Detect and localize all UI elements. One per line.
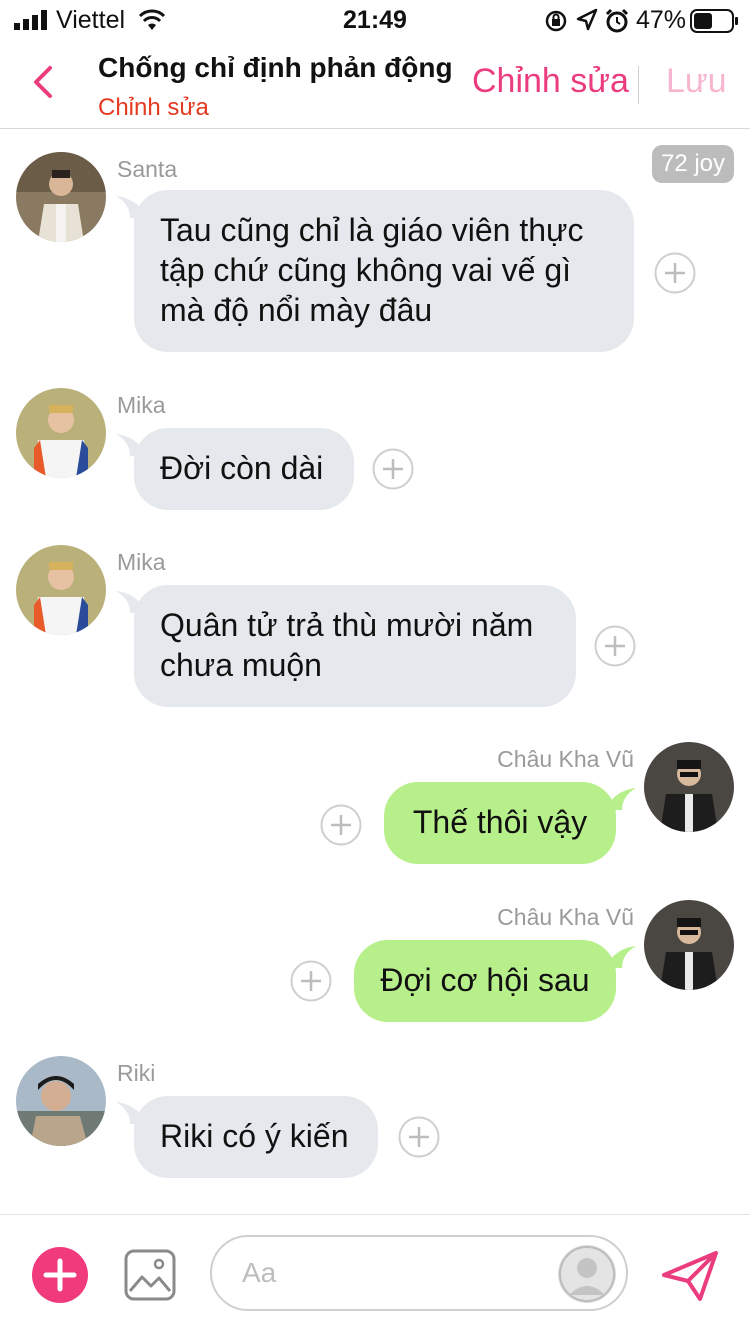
sender-name: Mika	[117, 392, 166, 418]
avatar-mika-icon	[16, 388, 106, 478]
avatar[interactable]	[16, 388, 106, 478]
add-button[interactable]	[32, 1247, 88, 1303]
sender-name: Châu Kha Vũ	[497, 904, 634, 930]
save-button[interactable]: Lưu	[666, 62, 727, 101]
message-line: mà độ nổi mày đâu	[160, 292, 433, 328]
avatar[interactable]	[644, 900, 734, 990]
header-divider	[638, 66, 639, 104]
message-line: Đợi cơ hội sau	[380, 962, 590, 998]
react-plus-icon[interactable]	[654, 252, 696, 294]
avatar[interactable]	[644, 742, 734, 832]
message-line: Thế thôi vậy	[412, 804, 588, 840]
send-icon[interactable]	[660, 1249, 720, 1303]
react-plus-icon[interactable]	[290, 960, 332, 1002]
avatar-riki-icon	[16, 1056, 106, 1146]
bubble-tail	[606, 946, 636, 968]
message-input[interactable]: Aa	[210, 1235, 628, 1311]
avatar-mika-icon	[16, 545, 106, 635]
sticker-avatar-button[interactable]	[558, 1245, 616, 1303]
message-line: chưa muộn	[160, 647, 322, 683]
plus-icon	[43, 1258, 77, 1292]
message-line: Quân tử trả thù mười năm	[160, 607, 534, 643]
bubble-tail	[606, 788, 636, 810]
message-row: Châu Kha Vũ Thế thôi vậy	[0, 742, 750, 872]
chat-subtitle[interactable]: Chỉnh sửa	[98, 94, 209, 122]
message-bubble[interactable]: Đợi cơ hội sau	[354, 940, 616, 1022]
message-row: Mika Đời còn dài	[16, 388, 750, 518]
back-chevron-icon[interactable]	[24, 60, 64, 104]
sender-name: Châu Kha Vũ	[497, 746, 634, 772]
battery-icon	[690, 9, 738, 33]
image-icon[interactable]	[124, 1249, 176, 1301]
status-bar: Viettel 21:49 47%	[0, 0, 750, 40]
message-bubble[interactable]: Quân tử trả thù mười năm chưa muộn	[134, 585, 576, 707]
sender-name: Mika	[117, 549, 166, 575]
message-line: Tau cũng chỉ là giáo viên thực	[160, 212, 584, 248]
orientation-lock-icon	[545, 10, 567, 32]
message-row: Châu Kha Vũ Đợi cơ hội sau	[0, 900, 750, 1030]
avatar[interactable]	[16, 152, 106, 242]
message-row: Mika Quân tử trả thù mười năm chưa muộn	[16, 545, 750, 715]
react-plus-icon[interactable]	[398, 1116, 440, 1158]
user-silhouette-icon	[559, 1246, 615, 1302]
message-bubble[interactable]: Thế thôi vậy	[384, 782, 616, 864]
message-bubble[interactable]: Riki có ý kiến	[134, 1096, 378, 1178]
sender-name: Riki	[117, 1060, 156, 1086]
alarm-icon	[605, 8, 629, 33]
avatar-chau-kha-vu-icon	[644, 900, 734, 990]
sender-name: Santa	[117, 156, 178, 182]
edit-button[interactable]: Chỉnh sửa	[472, 62, 629, 101]
location-icon	[576, 8, 598, 31]
message-line: Đời còn dài	[160, 450, 324, 486]
battery-percent: 47%	[636, 6, 687, 34]
chat-title: Chống chỉ định phản động	[98, 52, 453, 83]
message-bubble[interactable]: Tau cũng chỉ là giáo viên thực tập chứ c…	[134, 190, 634, 352]
message-line: tập chứ cũng không vai vế gì	[160, 252, 572, 288]
message-row: Santa Tau cũng chỉ là giáo viên thực tập…	[16, 152, 750, 362]
input-placeholder: Aa	[242, 1257, 277, 1288]
avatar[interactable]	[16, 545, 106, 635]
chat-header: Chống chỉ định phản động Chỉnh sửa Chỉnh…	[0, 40, 750, 129]
message-line: Riki có ý kiến	[160, 1118, 349, 1154]
avatar-santa-icon	[16, 152, 106, 242]
avatar-chau-kha-vu-icon	[644, 742, 734, 832]
react-plus-icon[interactable]	[594, 625, 636, 667]
react-plus-icon[interactable]	[372, 448, 414, 490]
composer-bar: Aa	[0, 1214, 750, 1335]
message-row: Riki Riki có ý kiến	[16, 1056, 750, 1186]
message-bubble[interactable]: Đời còn dài	[134, 428, 354, 510]
react-plus-icon[interactable]	[320, 804, 362, 846]
avatar[interactable]	[16, 1056, 106, 1146]
